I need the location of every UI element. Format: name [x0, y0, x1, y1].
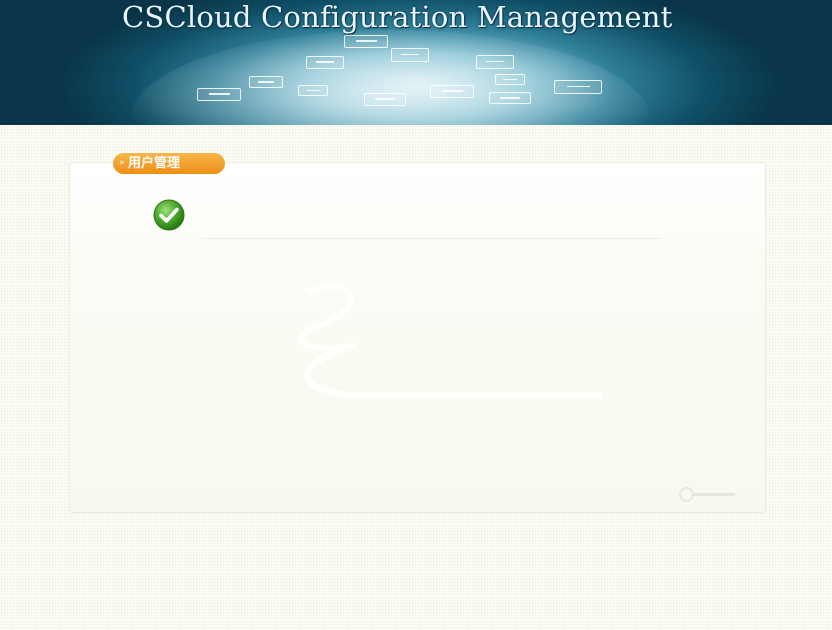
- monitor-icon: [306, 56, 344, 69]
- camera-icon: [489, 92, 531, 104]
- desktop-icon: [197, 88, 241, 101]
- phone-icon: [249, 76, 283, 88]
- router-icon: [298, 85, 328, 96]
- watermark-decoration: [298, 283, 603, 398]
- network-icon: [430, 85, 474, 98]
- tab-label-text: 用户管理: [128, 156, 181, 171]
- key-stem: [693, 493, 735, 496]
- tab-user-management[interactable]: » 用户管理: [113, 153, 225, 174]
- tablet-icon: [476, 55, 514, 69]
- display-icon: [554, 80, 602, 94]
- cloud-storage-icon: [364, 93, 406, 106]
- cloud-graphic: [130, 30, 650, 125]
- key-ring: [679, 487, 694, 502]
- tab-arrow-icon: »: [119, 158, 125, 168]
- server-icon: [391, 48, 429, 62]
- laptop-icon: [344, 35, 388, 48]
- success-check-icon: [153, 199, 185, 231]
- app-title: CSCloud Configuration Management: [122, 0, 673, 34]
- message-divider: [201, 238, 661, 239]
- printer-icon: [495, 74, 525, 85]
- header-banner: CSCloud Configuration Management: [0, 0, 832, 125]
- back-key-icon[interactable]: [679, 486, 739, 502]
